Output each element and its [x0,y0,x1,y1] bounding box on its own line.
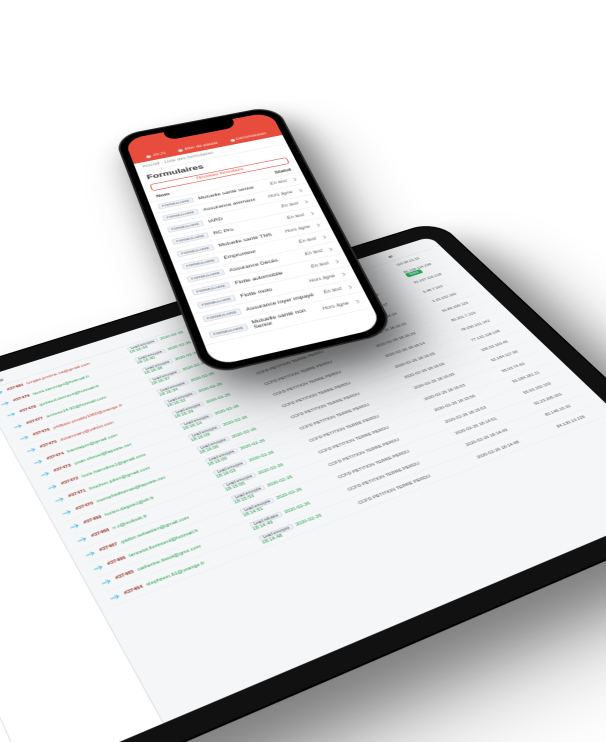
lead-ref: #37468 [90,528,110,539]
chevron-right-icon [297,188,304,192]
expand-icon[interactable] [84,550,96,558]
lead-ref: #37466 [106,556,127,567]
item-status: Hors ligne [284,225,311,234]
item-status: En test [323,287,343,295]
chevron-right-icon [321,234,328,239]
lead-ref: #37471 [68,489,88,499]
item-status: Hors ligne [267,190,293,198]
lead-ref: #37467 [98,542,118,553]
chevron-right-icon [291,177,298,181]
expand-icon[interactable] [101,578,113,586]
item-status: Hors ligne [308,274,336,283]
item-status: En test [286,213,305,220]
chevron-right-icon [340,271,348,276]
expand-icon[interactable] [47,483,59,490]
expand-icon[interactable] [109,593,122,601]
expand-icon[interactable] [19,435,30,442]
item-status: En test [310,261,329,269]
chevron-right-icon [354,299,362,304]
lead-ref: #37476 [32,428,51,437]
lead-ref: #37464 [123,584,144,595]
expand-icon[interactable] [33,459,44,466]
lead-ref: #37470 [75,502,95,512]
expand-icon[interactable] [69,522,81,529]
item-status: En test [281,202,300,209]
expand-icon[interactable] [61,509,73,516]
chevron-right-icon [327,246,334,251]
lead-ref: #37480 [6,383,24,391]
head-name[interactable]: Nom [156,192,171,199]
chevron-right-icon [309,211,316,216]
expand-icon[interactable] [77,536,89,544]
expand-icon[interactable] [6,412,17,418]
lead-ref: #37475 [39,440,58,449]
expand-icon[interactable] [40,471,52,478]
lead-ref: #37465 [115,570,136,581]
lead-ref: #37477 [26,416,45,425]
expand-icon[interactable] [92,564,104,572]
chevron-right-icon [333,259,341,264]
chevron-right-icon [303,199,310,204]
expand-icon[interactable] [13,423,24,429]
lead-ref: #37478 [19,405,37,414]
tablet-device: GENELEAD LA SOLUTION FORMULAIRE Filtres … [258,345,606,650]
expand-icon[interactable] [0,389,4,395]
lead-ref: #37474 [46,452,65,461]
lead-ref: #37479 [13,394,31,403]
item-status: Hors ligne [322,301,350,311]
item-status: En test [269,179,287,186]
expand-icon[interactable] [54,496,66,503]
chevron-right-icon [315,222,322,227]
lead-ref: #37469 [83,515,103,525]
lead-ref: #37472 [60,476,79,486]
expand-icon[interactable] [26,447,37,454]
lead-ref: #37473 [53,464,72,474]
chevron-right-icon [346,284,354,289]
item-status: En test [304,249,323,256]
expand-icon[interactable] [0,400,11,406]
item-status: En test [298,237,317,244]
item-tag: FORMULAIRE [208,323,248,338]
